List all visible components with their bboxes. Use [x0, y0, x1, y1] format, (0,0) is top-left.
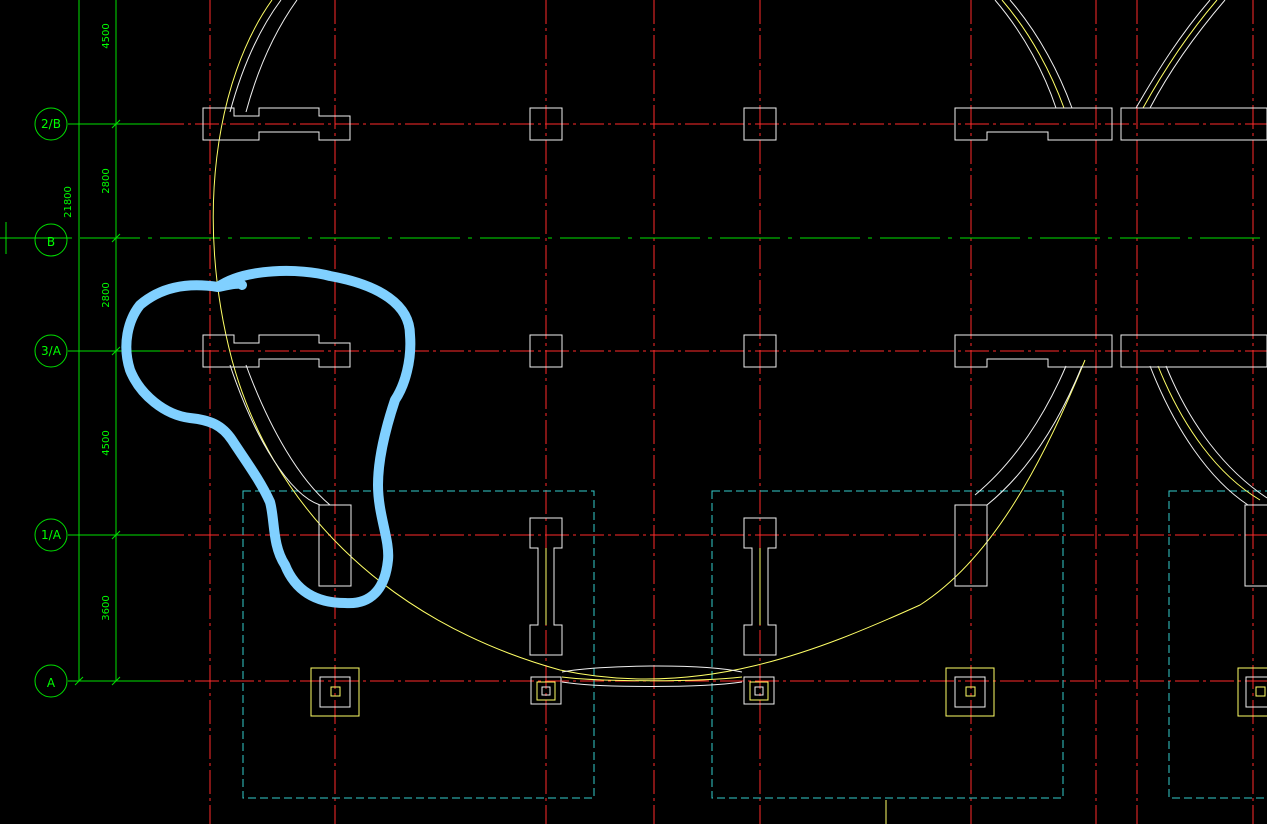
- arc-bottom-inner: [561, 665, 743, 673]
- arc-bottom-outer: [561, 681, 743, 687]
- freehand-annotation-loop: [121, 265, 416, 609]
- dim-label-2800-b: 2800: [101, 282, 112, 307]
- column-outlines: [202, 107, 1267, 656]
- arc-white-lower-outer: [229, 364, 321, 506]
- arc-mid-right-b: [974, 365, 1067, 496]
- foundation-boxes: [242, 490, 1267, 799]
- axis-label-b: B: [47, 235, 55, 249]
- arc-top-right-e: [1135, 0, 1211, 109]
- pile-caps: [310, 667, 1267, 717]
- arc-yellow-main: [212, 0, 1086, 680]
- axis-label-3a: 3/A: [41, 344, 62, 358]
- foundation-box-right: [1168, 490, 1267, 799]
- arc-mid-right-e: [1157, 365, 1261, 501]
- column-detail-lines: [545, 548, 761, 625]
- pile-cap-outer: [945, 667, 995, 717]
- pile-cap-971: [945, 667, 995, 717]
- arc-top-right-d: [1149, 0, 1226, 109]
- dim-label-4500-top: 4500: [101, 23, 112, 48]
- arc-top-right-f: [1142, 0, 1218, 109]
- arc-top-right-b: [994, 0, 1057, 109]
- horizontal-grid-lines: [0, 123, 1267, 682]
- dimension-lines: [74, 0, 121, 686]
- dim-label-3600: 3600: [101, 595, 112, 620]
- arc-white-inner: [245, 0, 298, 113]
- arc-white-outer: [229, 0, 282, 113]
- column-1a-1253: [1244, 504, 1267, 587]
- dim-label-2800-a: 2800: [101, 168, 112, 193]
- arc-mid-right-a: [986, 365, 1083, 506]
- pile-cap-core: [1255, 686, 1266, 697]
- axis-label-2b: 2/B: [41, 117, 61, 131]
- dim-label-4500-mid: 4500: [101, 430, 112, 455]
- pile-cap-core: [754, 686, 764, 696]
- axis-label-a: A: [47, 676, 56, 690]
- pile-cap-inner: [749, 681, 769, 701]
- arc-mid-right-c: [1149, 365, 1249, 506]
- dimension-labels: 4500 2800 21800 2800 4500 3600: [63, 23, 112, 620]
- foundation-box-left: [242, 490, 595, 799]
- foundation-box-middle: [711, 490, 1064, 799]
- arc-top-right-a: [1009, 0, 1073, 109]
- circular-wall: [212, 0, 1267, 687]
- cad-drawing: 4500 2800 21800 2800 4500 3600 2/B B 3/A…: [0, 0, 1267, 824]
- axis-labels: 2/B B 3/A 1/A A: [41, 117, 62, 690]
- axis-label-1a: 1/A: [41, 528, 62, 542]
- dim-label-21800: 21800: [63, 186, 74, 218]
- axis-extension-lines: [0, 123, 160, 682]
